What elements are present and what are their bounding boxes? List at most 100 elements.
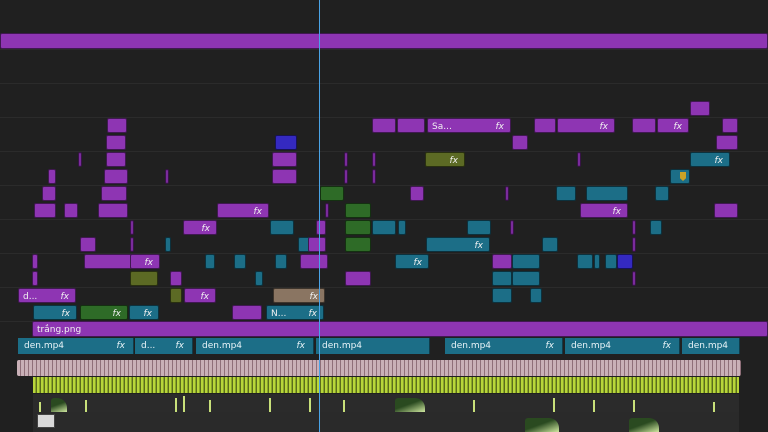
timeline-clip[interactable] <box>106 135 126 150</box>
timeline-clip[interactable] <box>275 135 297 150</box>
timeline-clip[interactable] <box>316 220 326 235</box>
adjustment-clip-top[interactable] <box>0 33 768 49</box>
timeline-clip[interactable]: fx <box>425 152 465 167</box>
timeline-clip[interactable] <box>492 271 512 286</box>
timeline-clip[interactable] <box>34 203 56 218</box>
timeline-clip[interactable]: fx <box>33 305 77 320</box>
timeline-clip[interactable] <box>556 186 576 201</box>
v1-clip[interactable]: d... fx <box>135 338 193 354</box>
playhead[interactable] <box>319 0 320 432</box>
timeline-clip[interactable] <box>275 254 287 269</box>
timeline-clip[interactable] <box>655 186 669 201</box>
timeline-clip[interactable]: fx <box>183 220 217 235</box>
timeline-clip[interactable]: fx <box>690 152 730 167</box>
timeline-clip[interactable]: fx <box>557 118 615 133</box>
timeline-clip[interactable] <box>130 220 134 235</box>
timeline-clip[interactable]: fx <box>657 118 689 133</box>
timeline-clip[interactable] <box>48 169 56 184</box>
timeline-clip[interactable] <box>605 254 617 269</box>
audio-clip[interactable] <box>51 398 67 412</box>
timeline-clip[interactable]: fx <box>273 288 325 303</box>
audio-waveform-a1[interactable] <box>33 377 739 393</box>
timeline-clip[interactable]: fx <box>80 305 128 320</box>
timeline-clip[interactable] <box>512 271 540 286</box>
timeline-clip[interactable]: fx <box>130 254 160 269</box>
timeline-clip[interactable] <box>467 220 491 235</box>
audio-clip-icon[interactable] <box>37 414 55 428</box>
timeline-clip[interactable]: fx <box>580 203 628 218</box>
v1-clip[interactable]: den.mp4 fx <box>196 338 314 354</box>
timeline-clip[interactable] <box>98 203 128 218</box>
timeline-clip[interactable] <box>372 118 396 133</box>
timeline-clip[interactable] <box>577 254 593 269</box>
timeline-clip[interactable] <box>722 118 738 133</box>
timeline-clip[interactable] <box>345 271 371 286</box>
timeline-clip[interactable] <box>325 203 329 218</box>
timeline-clip[interactable] <box>577 152 581 167</box>
timeline-clip[interactable] <box>345 220 371 235</box>
timeline-clip[interactable] <box>512 135 528 150</box>
timeline-clip[interactable] <box>372 152 376 167</box>
title-clip-d[interactable]: d... fx <box>18 288 76 303</box>
timeline-clip[interactable] <box>106 152 126 167</box>
v1-clip[interactable]: den.mp4 fx <box>565 338 680 354</box>
timeline-clip[interactable] <box>272 169 297 184</box>
timeline-clip[interactable] <box>594 254 600 269</box>
timeline-clip[interactable] <box>270 220 294 235</box>
timeline-clip[interactable] <box>272 152 297 167</box>
v1-clip[interactable]: den.mp4 fx <box>445 338 563 354</box>
timeline-clip[interactable] <box>505 186 509 201</box>
timeline-clip[interactable] <box>165 237 171 252</box>
timeline-clip[interactable] <box>510 220 514 235</box>
v1-clip[interactable]: den.mp4 fx <box>18 338 134 354</box>
timeline-clip[interactable] <box>344 152 348 167</box>
timeline-clip[interactable] <box>492 254 512 269</box>
timeline-clip[interactable] <box>170 288 182 303</box>
timeline-clip[interactable]: fx <box>217 203 269 218</box>
audio-track-strip[interactable] <box>17 360 741 376</box>
timeline-clip[interactable] <box>345 237 371 252</box>
timeline-clip[interactable] <box>397 118 425 133</box>
audio-clip[interactable] <box>395 398 425 412</box>
timeline-clip[interactable] <box>534 118 556 133</box>
timeline-clip[interactable] <box>320 186 344 201</box>
timeline-clip[interactable] <box>308 237 326 252</box>
timeline-clip[interactable] <box>617 254 633 269</box>
timeline-clip[interactable] <box>410 186 424 201</box>
timeline-panel[interactable]: Sa... fx fx fx fx fx fx fx fx fx fx fx d… <box>0 0 768 432</box>
timeline-clip[interactable] <box>632 237 636 252</box>
timeline-clip[interactable] <box>344 169 348 184</box>
timeline-clip[interactable]: fx <box>426 237 490 252</box>
timeline-clip[interactable] <box>650 220 662 235</box>
timeline-clip[interactable] <box>714 203 738 218</box>
timeline-clip[interactable] <box>632 271 636 286</box>
timeline-clip[interactable]: fx <box>129 305 159 320</box>
timeline-clip[interactable] <box>232 305 262 320</box>
timeline-clip[interactable] <box>716 135 738 150</box>
timeline-clip[interactable] <box>64 203 78 218</box>
audio-track-a3[interactable] <box>33 412 739 432</box>
timeline-clip[interactable]: fx <box>184 288 216 303</box>
timeline-clip[interactable] <box>107 118 127 133</box>
timeline-clip[interactable] <box>104 169 128 184</box>
timeline-clip[interactable] <box>372 220 396 235</box>
audio-clip[interactable] <box>525 418 559 432</box>
timeline-clip[interactable] <box>130 237 134 252</box>
timeline-clip[interactable] <box>84 254 132 269</box>
image-clip-trang[interactable]: trắng.png <box>32 321 768 337</box>
v1-clip[interactable]: den.mp4 <box>682 338 740 354</box>
timeline-clip[interactable] <box>80 237 96 252</box>
timeline-clip[interactable] <box>234 254 246 269</box>
timeline-clip[interactable] <box>530 288 542 303</box>
timeline-clip[interactable] <box>690 101 710 116</box>
timeline-clip[interactable] <box>492 288 512 303</box>
timeline-clip[interactable]: fx <box>395 254 429 269</box>
timeline-clip[interactable] <box>398 220 406 235</box>
timeline-clip[interactable] <box>170 271 182 286</box>
title-clip-sa[interactable]: Sa... fx <box>427 118 511 133</box>
timeline-clip[interactable] <box>32 271 38 286</box>
v1-clip[interactable]: den.mp4 <box>316 338 430 354</box>
timeline-clip[interactable] <box>586 186 628 201</box>
timeline-clip[interactable] <box>300 254 328 269</box>
timeline-clip[interactable] <box>32 254 38 269</box>
